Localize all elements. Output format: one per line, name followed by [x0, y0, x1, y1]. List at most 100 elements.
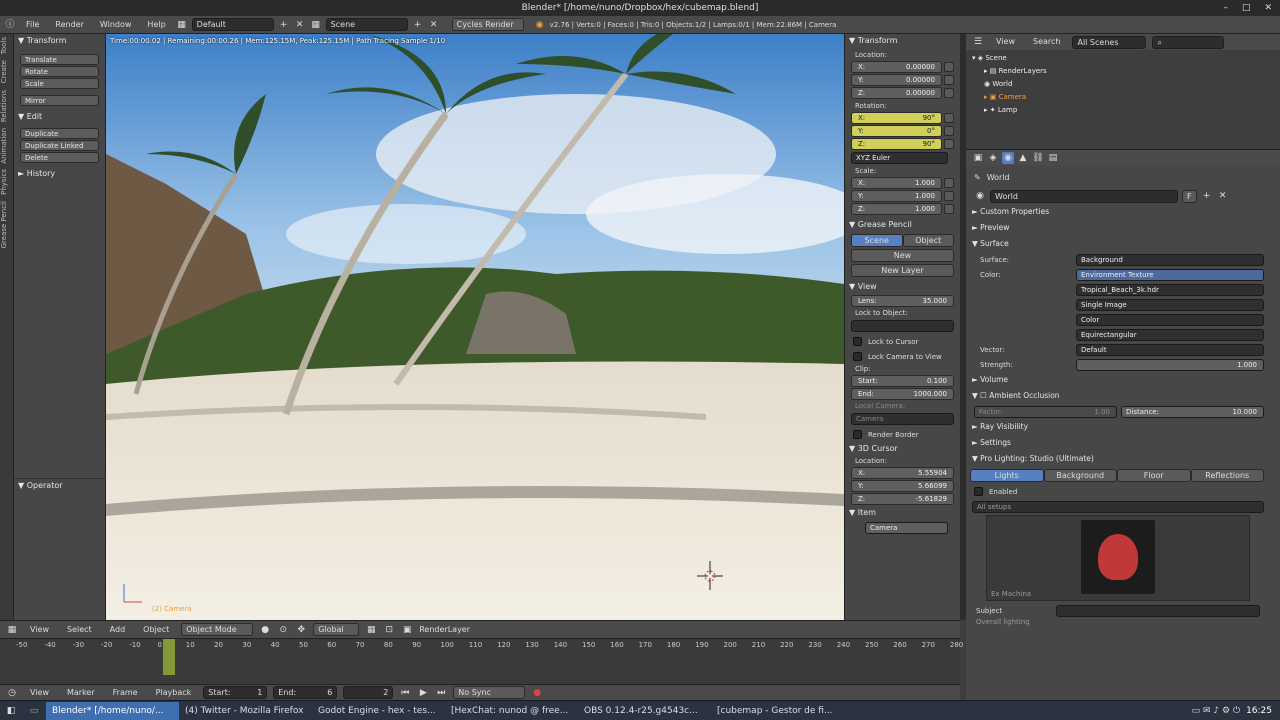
add-layout-icon[interactable]: +: [278, 19, 290, 31]
tray-icons[interactable]: ▭ ✉ ♪ ⚙ ⏻: [1192, 706, 1240, 716]
vector-select[interactable]: Default: [1076, 343, 1264, 356]
sync-select[interactable]: No Sync: [453, 686, 526, 699]
editor-type-icon[interactable]: ⓘ: [4, 19, 16, 31]
3d-view-editor-icon[interactable]: ▦: [6, 624, 18, 636]
ao-factor-field[interactable]: Factor: 1.00: [974, 405, 1117, 418]
pivot-icon[interactable]: ⊙: [277, 624, 289, 636]
strength-field[interactable]: 1.000: [1076, 358, 1264, 371]
tab-create[interactable]: Create: [0, 57, 8, 86]
cursor-y-field[interactable]: Y: 5.66099: [851, 480, 954, 492]
color-input-select[interactable]: Environment Texture: [1076, 268, 1264, 281]
rotation-x-field[interactable]: X: 90°: [851, 112, 942, 124]
start-frame-field[interactable]: Start: 1: [203, 686, 268, 699]
screen-layout-field[interactable]: Default: [191, 18, 274, 31]
lock-camera-checkbox[interactable]: Lock Camera to View: [845, 349, 960, 364]
item-header[interactable]: ▼ Item: [845, 506, 960, 520]
pl-tab-reflections[interactable]: Reflections: [1190, 469, 1264, 482]
item-name-field[interactable]: Camera: [865, 522, 948, 534]
fake-user-button[interactable]: F: [1182, 189, 1197, 203]
tl-menu-playback[interactable]: Playback: [150, 684, 198, 702]
vp-menu-add[interactable]: Add: [104, 621, 132, 639]
scale-y-field[interactable]: Y: 1.000: [851, 190, 942, 202]
rotation-mode-select[interactable]: XYZ Euler: [851, 152, 948, 164]
image-name-field[interactable]: Tropical_Beach_3k.hdr: [1076, 283, 1264, 296]
transform-header[interactable]: ▼ Transform: [845, 34, 960, 48]
scale-x-field[interactable]: X: 1.000: [851, 177, 942, 189]
render-layer-label[interactable]: RenderLayer: [419, 625, 470, 634]
lock-icon[interactable]: [944, 75, 954, 85]
ambient-occlusion-section[interactable]: ▼ ☐ Ambient Occlusion: [966, 388, 1280, 404]
menu-file[interactable]: File: [20, 16, 45, 34]
duplicate-button[interactable]: Duplicate: [20, 128, 99, 139]
surface-section[interactable]: ▼ Surface: [966, 236, 1280, 252]
lock-object-field[interactable]: [851, 320, 954, 332]
lens-field[interactable]: Lens: 35.000: [851, 295, 954, 307]
scale-z-field[interactable]: Z: 1.000: [851, 203, 942, 215]
manipulator-icon[interactable]: ✥: [295, 624, 307, 636]
minimize-icon[interactable]: –: [1223, 0, 1228, 16]
mirror-button[interactable]: Mirror: [20, 95, 99, 106]
color-space-select[interactable]: Color: [1076, 313, 1264, 326]
world-tab-icon[interactable]: ◉: [1002, 152, 1014, 164]
pro-lighting-section[interactable]: ▼ Pro Lighting: Studio (Ultimate): [966, 451, 1280, 467]
app-menu-icon[interactable]: ◧: [0, 706, 22, 716]
cursor-x-field[interactable]: X: 5.55904: [851, 467, 954, 479]
render-tab-icon[interactable]: ▣: [972, 152, 984, 164]
layout-icon[interactable]: ▦: [176, 19, 188, 31]
clip-end-field[interactable]: End: 1000.000: [851, 388, 954, 400]
lock-icon[interactable]: [944, 113, 954, 123]
task-obs[interactable]: OBS 0.12.4-r25.g4543c...: [578, 702, 711, 720]
delete-button[interactable]: Delete: [20, 152, 99, 163]
play-icon[interactable]: ▶: [417, 687, 429, 699]
tl-menu-marker[interactable]: Marker: [61, 684, 101, 702]
record-icon[interactable]: ●: [531, 687, 543, 699]
current-frame-indicator[interactable]: [163, 639, 176, 675]
settings-section[interactable]: ► Settings: [966, 435, 1280, 451]
rotation-z-field[interactable]: Z: 90°: [851, 138, 942, 150]
maximize-icon[interactable]: □: [1242, 0, 1251, 16]
pl-tab-floor[interactable]: Floor: [1117, 469, 1191, 482]
tab-animation[interactable]: Animation: [0, 125, 8, 167]
transform-panel-header[interactable]: ▼ Transform: [14, 34, 105, 48]
vp-menu-view[interactable]: View: [24, 621, 55, 639]
task-hexchat[interactable]: [HexChat: nunod @ free...: [445, 702, 578, 720]
orientation-select[interactable]: Global: [313, 623, 360, 636]
lock-icon[interactable]: [944, 62, 954, 72]
layers-icon[interactable]: ▦: [365, 624, 377, 636]
pl-preset-preview[interactable]: Ex Machina: [986, 515, 1250, 601]
tab-relations[interactable]: Relations: [0, 87, 8, 125]
render-engine-select[interactable]: Cycles Render: [451, 18, 524, 31]
volume-section[interactable]: ► Volume: [966, 372, 1280, 388]
outliner-menu-view[interactable]: View: [990, 33, 1021, 51]
local-camera-field[interactable]: Camera: [851, 413, 954, 425]
clip-start-field[interactable]: Start: 0.100: [851, 375, 954, 387]
gp-new-layer-button[interactable]: New Layer: [851, 264, 954, 277]
tree-item-scene[interactable]: ▾ ◈ Scene: [972, 52, 1280, 65]
pl-tab-background[interactable]: Background: [1043, 469, 1117, 482]
show-desktop-icon[interactable]: ▭: [22, 706, 46, 716]
projection-select[interactable]: Equirectangular: [1076, 328, 1264, 341]
menu-render[interactable]: Render: [49, 16, 89, 34]
lock-icon[interactable]: [944, 126, 954, 136]
snap-icon[interactable]: ⊡: [383, 624, 395, 636]
scale-button[interactable]: Scale: [20, 78, 99, 89]
gp-tab-scene[interactable]: Scene: [851, 234, 903, 247]
task-godot[interactable]: Godot Engine - hex - tes...: [312, 702, 445, 720]
tree-item-renderlayers[interactable]: ▸ ▤ RenderLayers: [972, 65, 1280, 78]
task-file-manager[interactable]: [cubemap - Gestor de fi...: [711, 702, 844, 720]
tree-item-lamp[interactable]: ▸ ✦ Lamp: [972, 104, 1280, 117]
new-datablock-icon[interactable]: +: [1201, 190, 1213, 202]
gp-new-button[interactable]: New: [851, 249, 954, 262]
tree-item-world[interactable]: ◉ World: [972, 78, 1280, 91]
edit-panel-header[interactable]: ▼ Edit: [14, 110, 105, 124]
3d-viewport[interactable]: Time:00:00.02 | Remaining:00:00.26 | Mem…: [106, 34, 844, 620]
scene-field[interactable]: Scene: [325, 18, 408, 31]
custom-properties-section[interactable]: ► Custom Properties: [966, 204, 1280, 220]
menu-window[interactable]: Window: [94, 16, 138, 34]
tl-menu-view[interactable]: View: [24, 684, 55, 702]
rotation-y-field[interactable]: Y: 0°: [851, 125, 942, 137]
pl-enabled-checkbox[interactable]: Enabled: [966, 484, 1280, 499]
pl-setups-select[interactable]: All setups: [972, 501, 1264, 513]
add-scene-icon[interactable]: +: [412, 19, 424, 31]
end-frame-field[interactable]: End: 6: [273, 686, 338, 699]
